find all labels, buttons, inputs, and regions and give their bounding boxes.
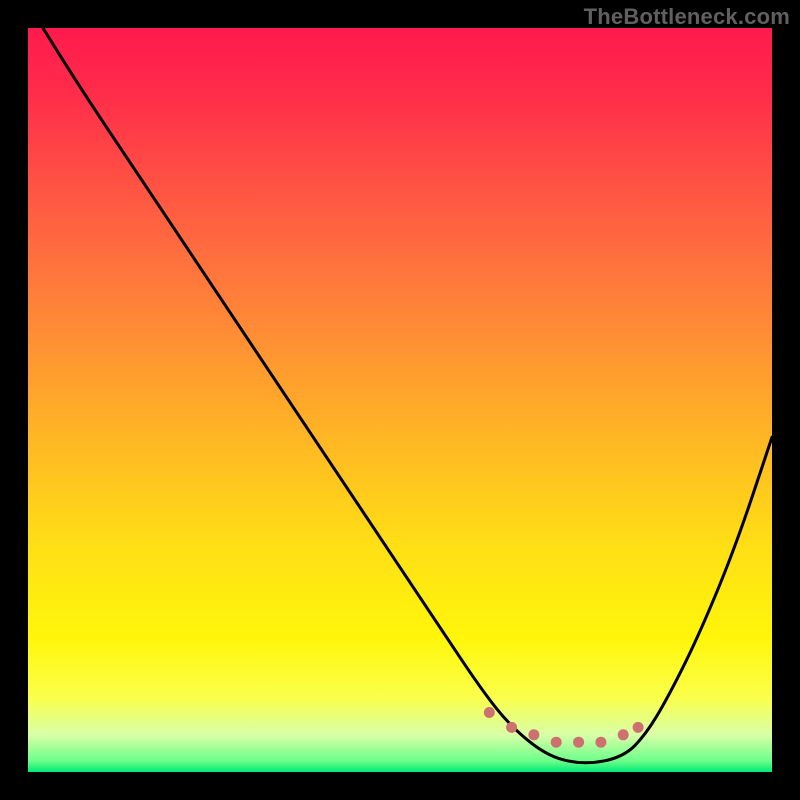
optimal-dot xyxy=(551,737,562,748)
optimal-dot xyxy=(573,737,584,748)
plot-area xyxy=(28,28,772,772)
chart-frame: TheBottleneck.com xyxy=(0,0,800,800)
optimal-dot xyxy=(618,729,629,740)
optimal-range-dots xyxy=(484,707,644,748)
curve-layer xyxy=(28,28,772,772)
optimal-dot xyxy=(506,722,517,733)
optimal-dot xyxy=(484,707,495,718)
optimal-dot xyxy=(528,729,539,740)
optimal-dot xyxy=(595,737,606,748)
optimal-dot xyxy=(633,722,644,733)
watermark-text: TheBottleneck.com xyxy=(584,4,790,30)
bottleneck-curve xyxy=(43,28,772,763)
